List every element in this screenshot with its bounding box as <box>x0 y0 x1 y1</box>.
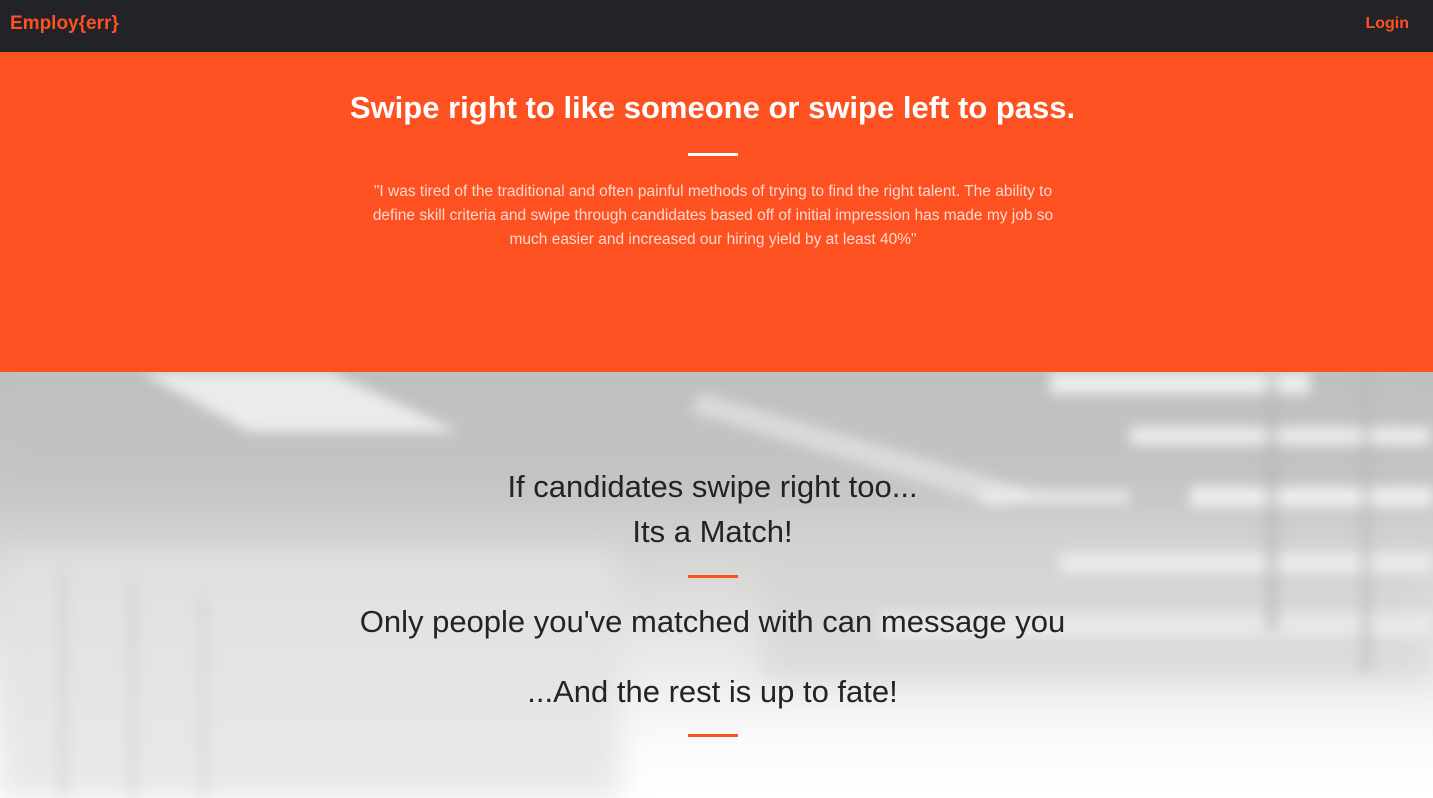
fate-heading: ...And the rest is up to fate! <box>527 674 898 709</box>
brand-logo-link[interactable]: Employ{err} <box>10 13 119 35</box>
hero-title: Swipe right to like someone or swipe lef… <box>349 90 1076 125</box>
match-section: If candidates swipe right too... Its a M… <box>0 372 1433 798</box>
login-link[interactable]: Login <box>1365 15 1409 33</box>
messaging-info-heading: Only people you've matched with can mess… <box>359 604 1066 639</box>
match-heading-line-1: If candidates swipe right too... <box>507 469 918 504</box>
testimonial-quote: "I was tired of the traditional and ofte… <box>372 183 1054 248</box>
match-heading-line-2: Its a Match! <box>632 514 793 549</box>
section-divider-bottom <box>688 734 738 737</box>
hero-divider <box>688 153 738 156</box>
navbar: Employ{err} Login <box>0 0 1433 52</box>
section-divider-top <box>688 575 738 578</box>
hero-section: Swipe right to like someone or swipe lef… <box>0 52 1433 372</box>
